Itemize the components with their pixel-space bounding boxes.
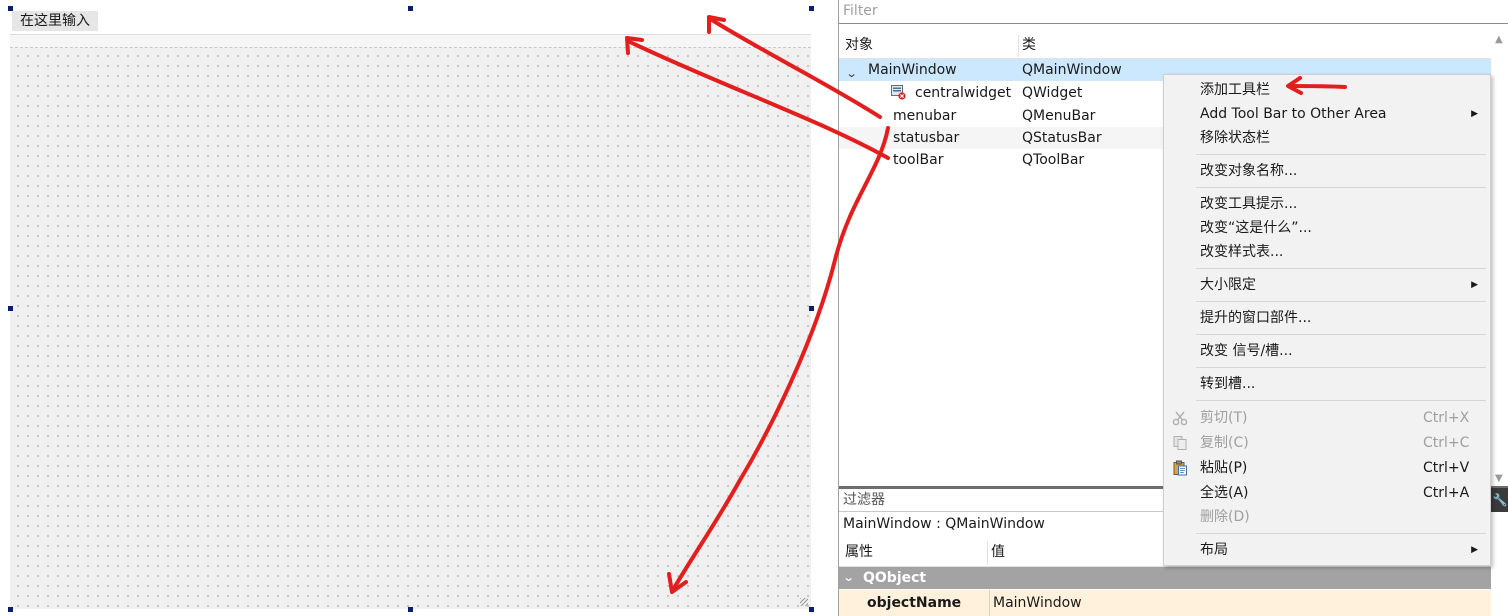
- form-design-area[interactable]: 在这里输入: [0, 0, 838, 616]
- menu-item-change-signals-slots[interactable]: 改变 信号/槽...: [1164, 339, 1490, 363]
- column-header-class[interactable]: 类: [1016, 32, 1036, 58]
- submenu-arrow-icon: ▶: [1471, 545, 1478, 555]
- property-name: objectName: [867, 595, 962, 611]
- size-grip-icon[interactable]: [800, 598, 808, 606]
- object-name: toolBar: [893, 152, 944, 168]
- selection-handle-bottom[interactable]: [408, 607, 413, 612]
- menu-item-change-object-name[interactable]: 改变对象名称...: [1164, 159, 1490, 183]
- menu-item-label: 改变样式表...: [1200, 244, 1284, 260]
- menu-item-shortcut: Ctrl+X: [1423, 410, 1470, 426]
- menu-item-label: 全选(A): [1200, 485, 1249, 501]
- menu-item-label: 复制(C): [1200, 435, 1249, 451]
- menu-separator: [1196, 301, 1486, 302]
- property-group-label: QObject: [863, 570, 927, 586]
- selection-handle-top-right[interactable]: [809, 6, 814, 11]
- menu-item-go-to-slot[interactable]: 转到槽...: [1164, 372, 1490, 396]
- menu-item-label: 提升的窗口部件...: [1200, 310, 1312, 326]
- scroll-up-icon[interactable]: ▲: [1495, 34, 1503, 45]
- object-name: menubar: [893, 108, 957, 124]
- chevron-down-icon[interactable]: ⌄: [843, 567, 855, 589]
- menu-item-add-toolbar-other-area[interactable]: Add Tool Bar to Other Area ▶: [1164, 102, 1490, 126]
- menu-item-layout[interactable]: 布局 ▶: [1164, 538, 1490, 562]
- menu-item-change-stylesheet[interactable]: 改变样式表...: [1164, 240, 1490, 264]
- menu-item-cut[interactable]: 剪切(T) Ctrl+X: [1164, 406, 1490, 430]
- wrench-icon[interactable]: 🔧: [1491, 488, 1508, 512]
- object-name: centralwidget: [915, 85, 1012, 101]
- menu-item-label: 改变“这是什么”...: [1200, 220, 1312, 236]
- menu-item-size-constraints[interactable]: 大小限定 ▶: [1164, 273, 1490, 297]
- selection-handle-top-left[interactable]: [8, 6, 13, 11]
- property-filter-input[interactable]: [839, 489, 1147, 510]
- menu-item-label: 转到槽...: [1200, 376, 1256, 392]
- selection-handle-top[interactable]: [408, 6, 413, 11]
- property-value[interactable]: MainWindow: [993, 590, 1082, 616]
- menu-separator: [1196, 367, 1486, 368]
- menubar-preview[interactable]: 在这里输入: [10, 8, 811, 34]
- toolbar-preview[interactable]: [10, 34, 811, 48]
- main-window-form[interactable]: 在这里输入: [10, 8, 811, 609]
- object-name: MainWindow: [868, 62, 957, 78]
- column-header-object[interactable]: 对象: [839, 32, 873, 58]
- menu-item-label: 添加工具栏: [1200, 82, 1270, 98]
- object-inspector-filter[interactable]: [839, 0, 1508, 24]
- paste-icon: [1173, 460, 1187, 476]
- menu-item-delete[interactable]: 删除(D): [1164, 505, 1490, 529]
- selection-handle-bottom-left[interactable]: [8, 607, 13, 612]
- column-header-property[interactable]: 属性: [839, 538, 873, 566]
- menu-item-label: 删除(D): [1200, 509, 1250, 525]
- menu-item-label: 改变对象名称...: [1200, 163, 1298, 179]
- class-name: QMainWindow: [1022, 62, 1122, 78]
- menu-item-label: 粘贴(P): [1200, 460, 1248, 476]
- menu-item-label: Add Tool Bar to Other Area: [1200, 106, 1387, 122]
- property-editor-scrollbar[interactable]: [1491, 511, 1508, 616]
- menu-item-promote-widget[interactable]: 提升的窗口部件...: [1164, 306, 1490, 330]
- object-filter-input[interactable]: [839, 0, 1487, 22]
- copy-icon: [1173, 436, 1187, 450]
- property-editor-object-label: MainWindow : QMainWindow: [843, 516, 1045, 532]
- submenu-arrow-icon: ▶: [1471, 280, 1478, 290]
- menu-item-copy[interactable]: 复制(C) Ctrl+C: [1164, 431, 1490, 455]
- object-inspector-header: 对象 类: [839, 32, 1491, 59]
- column-divider: [989, 590, 990, 616]
- menu-separator: [1196, 533, 1486, 534]
- property-group-qobject[interactable]: ⌄ QObject: [839, 567, 1491, 589]
- object-inspector-scrollbar[interactable]: ▲ ▼: [1491, 32, 1508, 486]
- menu-item-remove-statusbar[interactable]: 移除状态栏: [1164, 126, 1490, 150]
- selection-handle-bottom-right[interactable]: [809, 607, 814, 612]
- class-name: QToolBar: [1022, 152, 1085, 168]
- scissors-icon: [1172, 411, 1188, 426]
- menu-item-label: 布局: [1200, 542, 1228, 558]
- class-name: QWidget: [1022, 85, 1083, 101]
- menu-item-label: 移除状态栏: [1200, 130, 1270, 146]
- menu-item-add-toolbar[interactable]: 添加工具栏: [1164, 78, 1490, 102]
- menu-item-shortcut: Ctrl+V: [1423, 460, 1470, 476]
- object-name: statusbar: [893, 130, 960, 146]
- menu-item-change-whats-this[interactable]: 改变“这是什么”...: [1164, 216, 1490, 240]
- menu-separator: [1196, 268, 1486, 269]
- scroll-down-icon[interactable]: ▼: [1495, 473, 1503, 484]
- menu-separator: [1196, 334, 1486, 335]
- menu-item-shortcut: Ctrl+C: [1423, 435, 1470, 451]
- widget-icon: [891, 85, 906, 100]
- menu-item-change-tooltip[interactable]: 改变工具提示...: [1164, 192, 1490, 216]
- property-row-objectname[interactable]: objectName MainWindow: [839, 590, 1491, 616]
- menu-item-shortcut: Ctrl+A: [1423, 485, 1470, 501]
- submenu-arrow-icon: ▶: [1471, 109, 1478, 119]
- menu-item-select-all[interactable]: 全选(A) Ctrl+A: [1164, 481, 1490, 505]
- class-name: QMenuBar: [1022, 108, 1096, 124]
- selection-handle-left[interactable]: [8, 306, 13, 311]
- menubar-type-here-placeholder[interactable]: 在这里输入: [12, 11, 98, 31]
- context-menu: 添加工具栏 Add Tool Bar to Other Area ▶ 移除状态栏…: [1163, 74, 1491, 566]
- class-name: QStatusBar: [1022, 130, 1102, 146]
- menu-separator: [1196, 154, 1486, 155]
- selection-handle-right[interactable]: [809, 306, 814, 311]
- menu-item-label: 剪切(T): [1200, 410, 1248, 426]
- menu-separator: [1196, 187, 1486, 188]
- menu-separator: [1196, 400, 1486, 401]
- menu-item-label: 改变工具提示...: [1200, 196, 1298, 212]
- menu-item-paste[interactable]: 粘贴(P) Ctrl+V: [1164, 456, 1490, 480]
- menu-item-label: 大小限定: [1200, 277, 1256, 293]
- column-header-value[interactable]: 值: [985, 538, 1005, 566]
- menu-item-label: 改变 信号/槽...: [1200, 343, 1293, 359]
